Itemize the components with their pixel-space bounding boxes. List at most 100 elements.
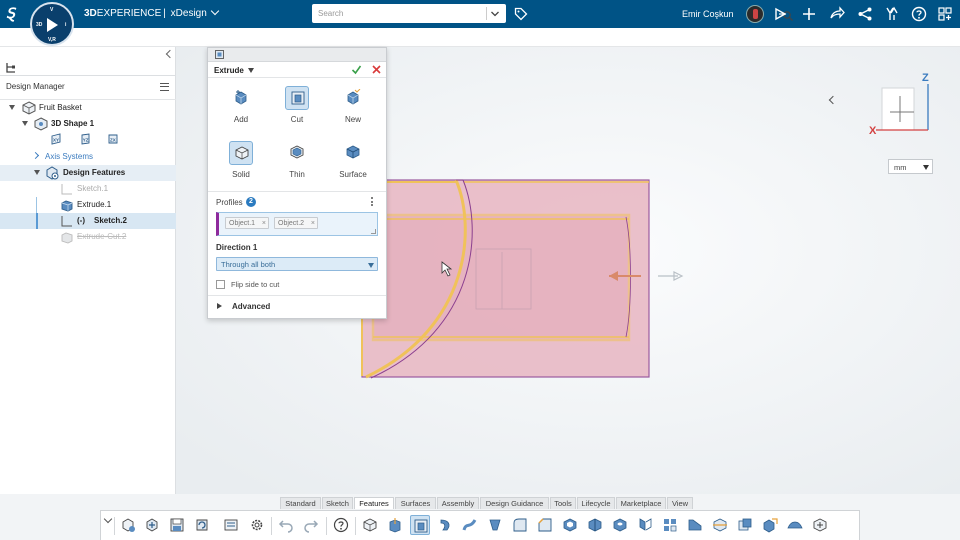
tab-features[interactable]: Features (354, 497, 394, 509)
search-scope-chevron-icon[interactable] (490, 10, 500, 18)
extrude-button[interactable] (385, 515, 405, 535)
save-button[interactable] (167, 515, 187, 535)
redo-button[interactable] (301, 515, 321, 535)
community-icon[interactable] (884, 6, 900, 22)
hole-button[interactable] (610, 515, 630, 535)
profiles-more-icon[interactable] (371, 197, 374, 207)
loft-button[interactable] (485, 515, 505, 535)
profiles-selection-box[interactable]: Object.1 × Object.2 × (216, 212, 378, 236)
panel-menu-icon[interactable] (160, 83, 169, 91)
op-cut-button[interactable]: Cut (277, 86, 317, 130)
properties-button[interactable] (221, 515, 241, 535)
avatar[interactable] (746, 5, 764, 23)
dassault-logo[interactable]: Ȿ (6, 5, 15, 22)
units-chevron-icon (923, 165, 929, 170)
undo-button[interactable] (276, 515, 296, 535)
tab-marketplace[interactable]: Marketplace (616, 497, 666, 509)
rib-button[interactable] (685, 515, 705, 535)
user-name[interactable]: Emir Coşkun (682, 9, 734, 19)
tree-item-extrude-1[interactable]: Extrude.1 (0, 197, 176, 213)
dialog-title[interactable]: Extrude (214, 66, 244, 75)
cancel-close-icon[interactable] (371, 64, 382, 75)
type-solid-button[interactable]: Solid (221, 141, 261, 185)
forward-icon[interactable] (829, 6, 845, 22)
insert-part-button[interactable] (142, 515, 162, 535)
tab-standard[interactable]: Standard (280, 497, 321, 509)
dialog-drag-bar[interactable] (208, 48, 386, 62)
view-cube[interactable]: Z X (866, 68, 936, 138)
surface-fill-button[interactable] (785, 515, 805, 535)
new-part-button[interactable] (118, 515, 138, 535)
tree-item-fruit-basket[interactable]: Fruit Basket (0, 100, 176, 116)
op-add-button[interactable]: Add (221, 86, 261, 130)
type-thin-button[interactable]: Thin (277, 141, 317, 185)
add-icon[interactable] (801, 6, 817, 22)
profile-chip[interactable]: Object.2 × (274, 217, 318, 229)
tab-lifecycle[interactable]: Lifecycle (577, 497, 615, 509)
app-chevron-icon[interactable] (210, 6, 220, 16)
op-new-button[interactable]: New (333, 86, 373, 130)
draft-button[interactable] (585, 515, 605, 535)
share-icon[interactable] (773, 6, 789, 22)
help-button[interactable] (331, 515, 351, 535)
apps-grid-icon[interactable] (937, 6, 953, 22)
tab-assembly[interactable]: Assembly (437, 497, 479, 509)
direction-select[interactable]: Through all both (216, 257, 378, 271)
yz-plane-icon[interactable]: YZ (79, 133, 91, 145)
units-select[interactable]: mm (888, 159, 933, 174)
remove-chip-icon[interactable]: × (262, 218, 266, 229)
combine-button[interactable] (735, 515, 755, 535)
expand-toolbar-icon[interactable] (103, 514, 113, 524)
thicken-button[interactable] (810, 515, 830, 535)
flip-side-checkbox[interactable] (216, 280, 225, 289)
platform-title[interactable]: 3DEXPERIENCE | xDesign (84, 6, 220, 19)
search-input[interactable] (318, 7, 468, 20)
split-button[interactable] (710, 515, 730, 535)
fillet-button[interactable] (510, 515, 530, 535)
extrude-preview-body[interactable] (361, 179, 650, 379)
tag-icon[interactable] (514, 7, 528, 21)
sweep-button[interactable] (460, 515, 480, 535)
resize-grip-icon[interactable] (371, 229, 376, 234)
caret-down-icon[interactable] (34, 170, 40, 175)
revolve-button[interactable] (435, 515, 455, 535)
title-chevron-icon[interactable] (248, 68, 254, 73)
extrude-cut-button[interactable] (410, 515, 430, 535)
tree-item-axis-systems[interactable]: Axis Systems (0, 149, 176, 165)
tree-item-design-features[interactable]: Design Features (0, 165, 176, 181)
zx-plane-icon[interactable]: ZX (107, 133, 119, 145)
move-body-button[interactable] (760, 515, 780, 535)
caret-down-icon[interactable] (9, 105, 15, 110)
remove-chip-icon[interactable]: × (311, 218, 315, 229)
type-surface-button[interactable]: Surface (333, 141, 373, 185)
network-icon[interactable] (857, 6, 873, 22)
compass-widget[interactable]: V 3D i V,R (30, 2, 74, 46)
tree-tab-icon[interactable] (4, 61, 18, 75)
tab-surfaces[interactable]: Surfaces (395, 497, 436, 509)
settings-button[interactable] (247, 515, 267, 535)
profile-chip[interactable]: Object.1 × (225, 217, 269, 229)
tab-design-guidance[interactable]: Design Guidance (480, 497, 549, 509)
tree-item-extrude-cut-2[interactable]: Extrude-Cut.2 (0, 229, 176, 245)
refresh-button[interactable] (192, 515, 212, 535)
chamfer-button[interactable] (535, 515, 555, 535)
collapse-panel-icon[interactable] (165, 49, 175, 59)
pattern-button[interactable] (635, 515, 655, 535)
tree-item-3d-shape[interactable]: 3D Shape 1 (0, 116, 176, 132)
caret-right-icon[interactable] (217, 303, 222, 309)
xy-plane-icon[interactable]: XY (50, 133, 62, 145)
shell-button[interactable] (560, 515, 580, 535)
tab-view[interactable]: View (667, 497, 693, 509)
primitive-button[interactable] (360, 515, 380, 535)
tree-item-sketch-2[interactable]: (-) Sketch.2 (0, 213, 176, 229)
tab-tools[interactable]: Tools (550, 497, 576, 509)
caret-down-icon[interactable] (22, 121, 28, 126)
ok-check-icon[interactable] (351, 64, 362, 75)
tree-item-sketch-1[interactable]: Sketch.1 (0, 181, 176, 197)
help-icon[interactable] (911, 6, 927, 22)
caret-right-icon[interactable] (31, 151, 40, 160)
mirror-button[interactable] (660, 515, 680, 535)
advanced-section-toggle[interactable]: Advanced (232, 302, 270, 311)
tab-sketch[interactable]: Sketch (322, 497, 353, 509)
features-icon (46, 166, 59, 180)
